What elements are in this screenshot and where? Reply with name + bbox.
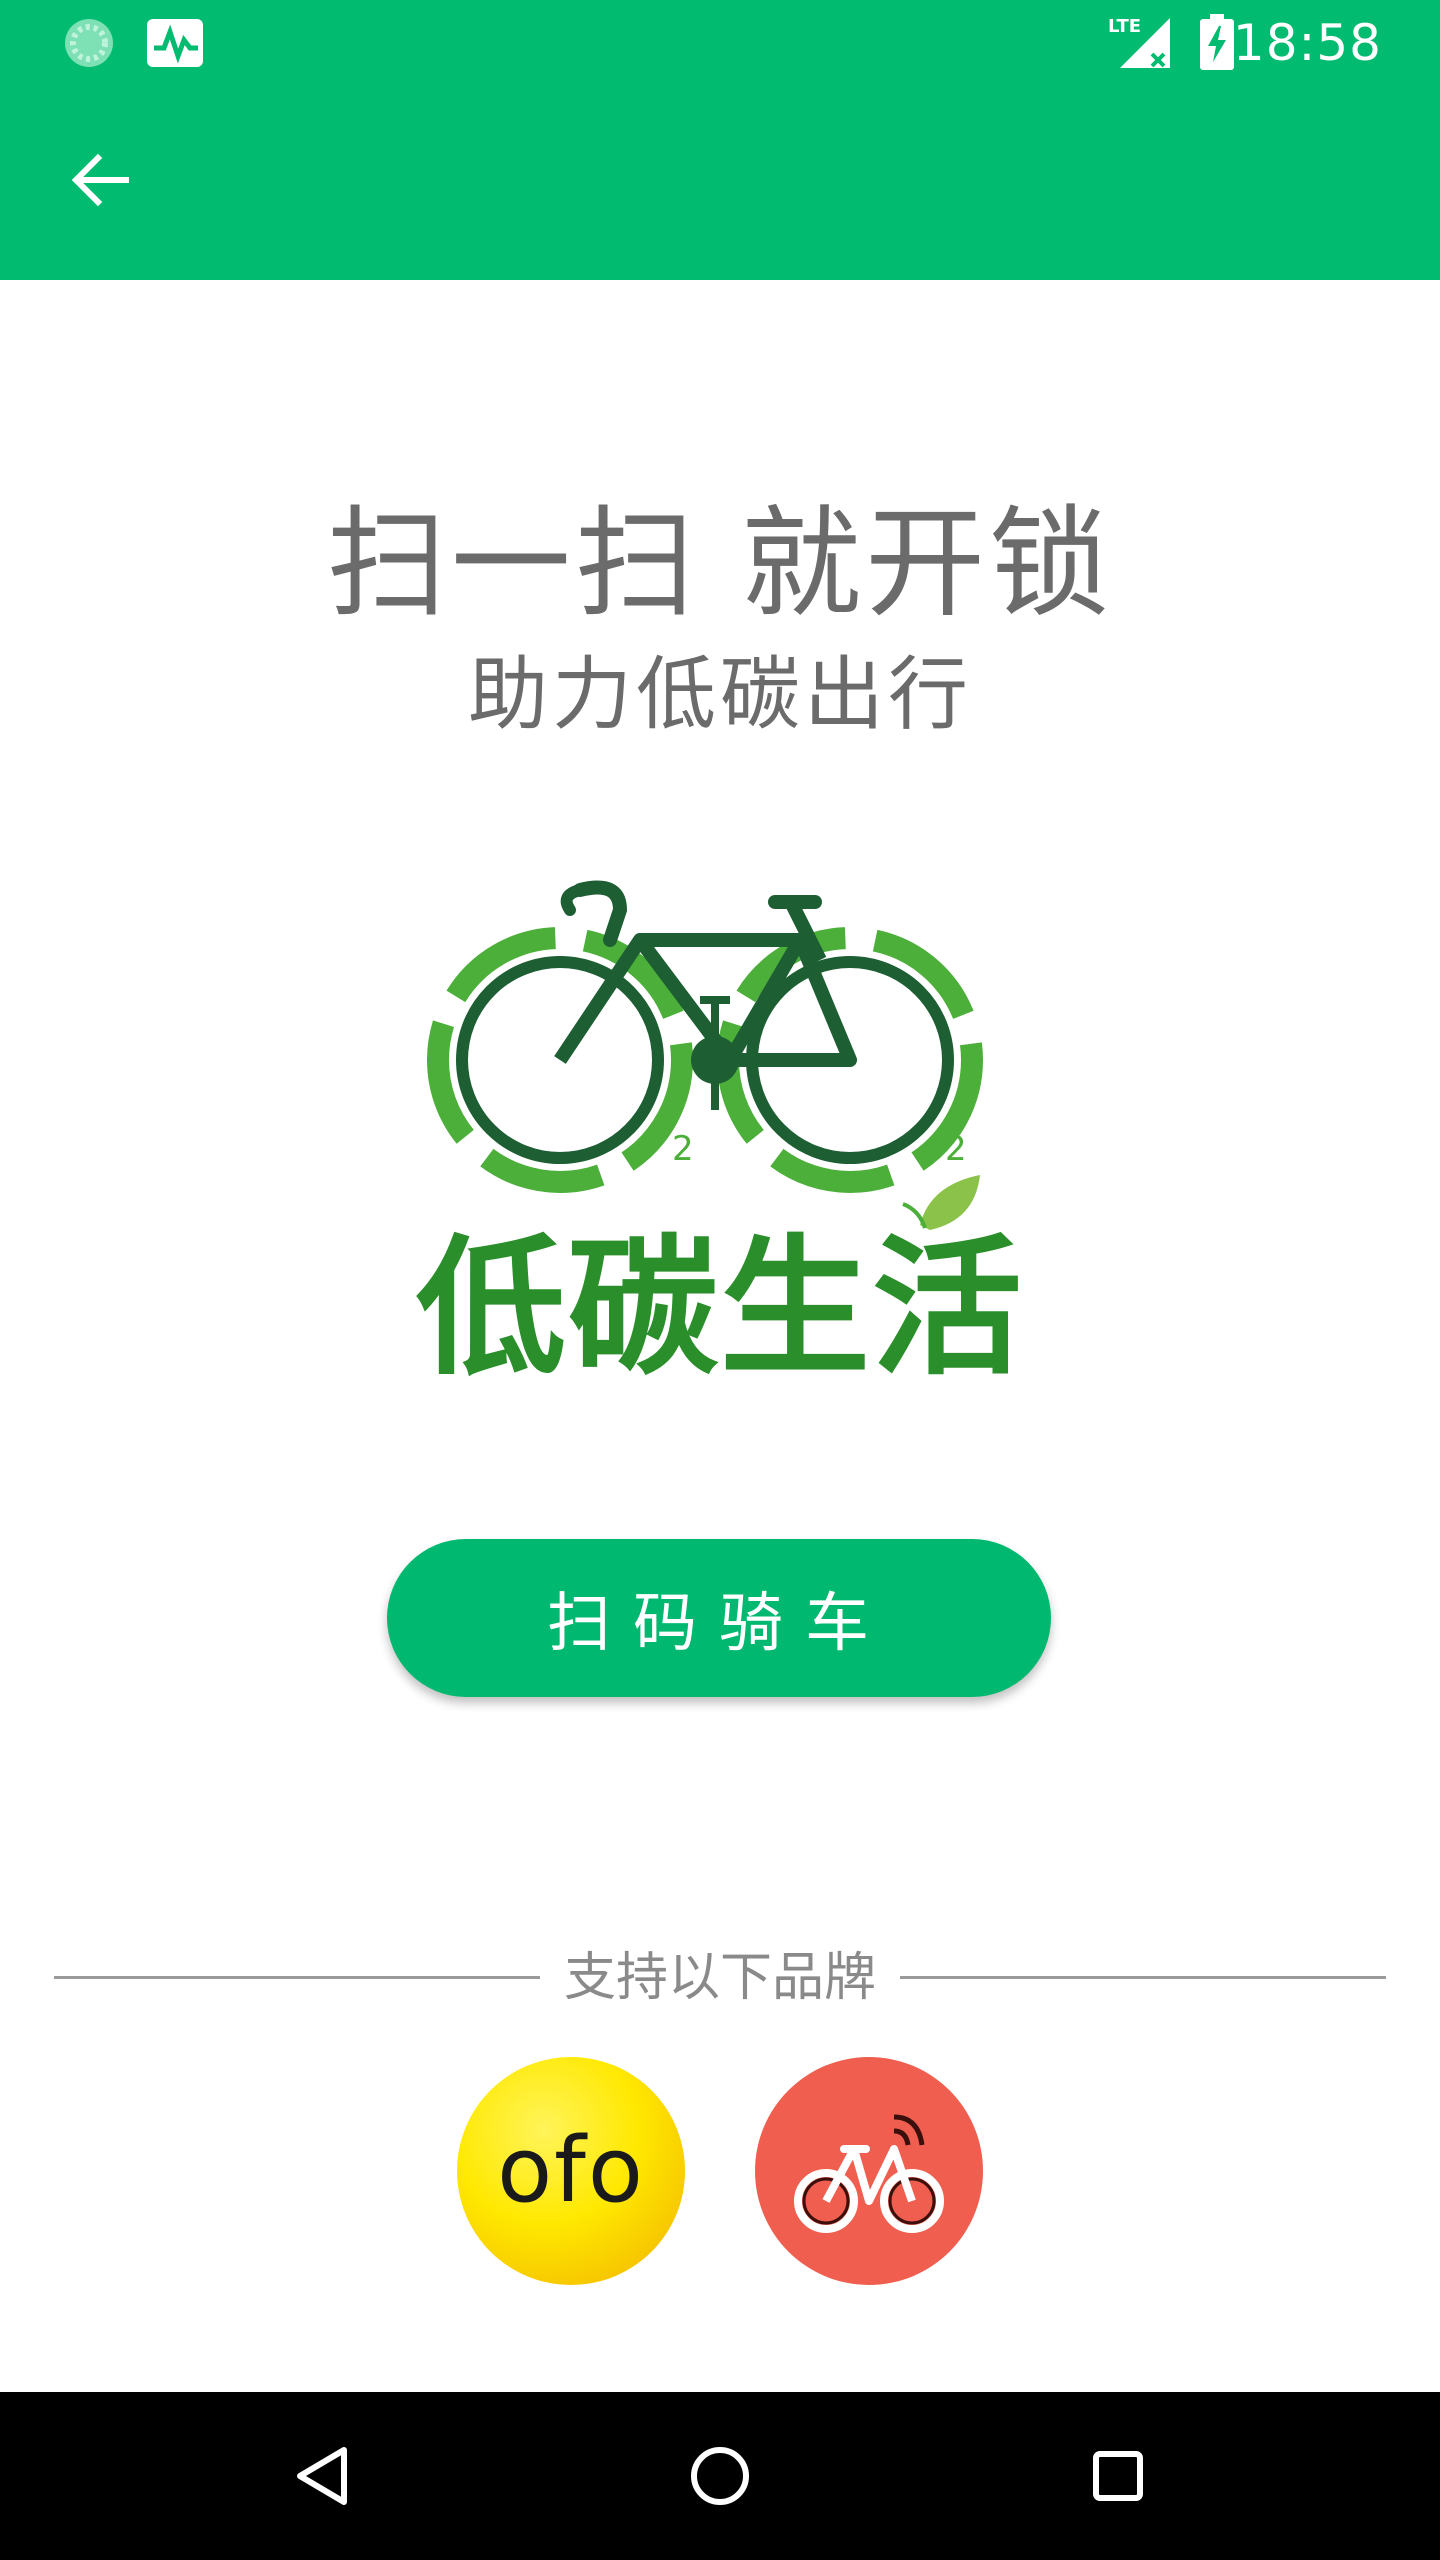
svg-text:2: 2 bbox=[945, 1129, 967, 1169]
arrow-left-icon bbox=[71, 153, 129, 207]
status-bar: LTE 18:58 bbox=[0, 0, 1440, 86]
divider-left bbox=[54, 1976, 540, 1979]
scan-to-ride-button[interactable]: 扫码骑车 bbox=[387, 1539, 1051, 1697]
svg-text:LTE: LTE bbox=[1108, 16, 1141, 37]
brand-ofo[interactable]: ofo bbox=[457, 2057, 685, 2285]
headline: 扫一扫 就开锁 bbox=[326, 495, 1114, 634]
svg-text:2: 2 bbox=[672, 1129, 694, 1169]
sync-icon bbox=[62, 16, 116, 74]
divider-right bbox=[900, 1976, 1386, 1979]
status-time: 18:58 bbox=[1232, 14, 1382, 72]
supported-brands-label: 支持以下品牌 bbox=[563, 1948, 876, 2008]
signal-icon: LTE bbox=[1108, 14, 1174, 74]
ofo-logo-text: ofo bbox=[497, 2118, 645, 2223]
system-nav-bar bbox=[0, 2392, 1440, 2560]
nav-recents-button[interactable] bbox=[1068, 2426, 1168, 2526]
mobike-icon bbox=[794, 2114, 944, 2233]
low-carbon-logo: 2 2 低碳生活 bbox=[380, 860, 1060, 1420]
recents-square-icon bbox=[1093, 2451, 1143, 2501]
nav-back-button[interactable] bbox=[272, 2426, 372, 2526]
brand-mobike[interactable] bbox=[755, 2057, 983, 2285]
back-button[interactable] bbox=[40, 120, 160, 240]
back-triangle-icon bbox=[297, 2447, 347, 2505]
nav-home-button[interactable] bbox=[670, 2426, 770, 2526]
battery-charging-icon bbox=[1200, 14, 1234, 74]
activity-icon bbox=[146, 18, 204, 72]
subline: 助力低碳出行 bbox=[468, 648, 972, 741]
app-toolbar bbox=[0, 86, 1440, 280]
svg-text:低碳生活: 低碳生活 bbox=[416, 1222, 1024, 1396]
home-circle-icon bbox=[691, 2447, 749, 2505]
